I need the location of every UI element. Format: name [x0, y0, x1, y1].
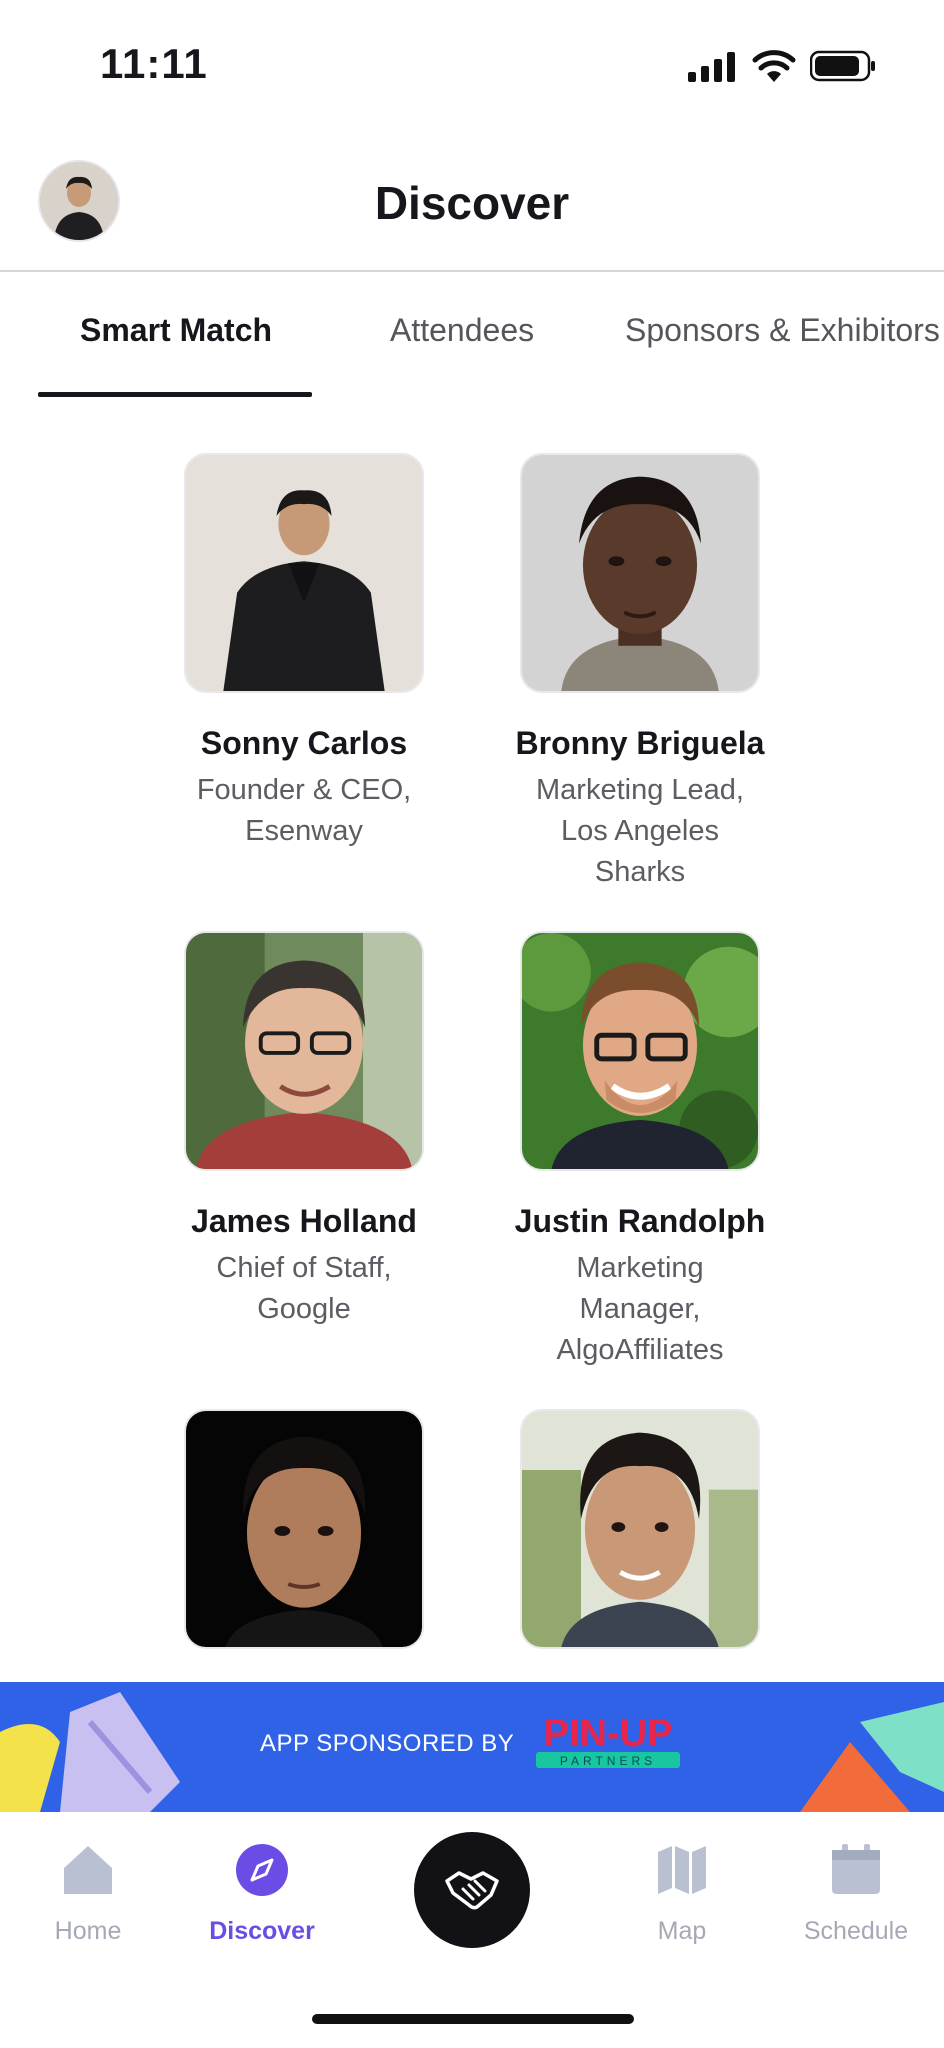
home-icon	[64, 1846, 112, 1894]
nav-discover[interactable]: Discover	[192, 1842, 332, 1946]
pin-up-partners-logo: PIN-UP PARTNERS	[536, 1713, 680, 1768]
person-title: Marketing Manager, AlgoAffiliates	[556, 1252, 724, 1366]
status-bar: 11:11	[0, 0, 944, 134]
person-card[interactable]: Sonny Carlos Founder & CEO, Esenway	[154, 453, 454, 852]
person-name: James Holland	[191, 1203, 417, 1239]
nav-home-label: Home	[54, 1917, 122, 1945]
home-indicator	[312, 2014, 634, 2024]
map-icon	[658, 1846, 706, 1894]
person-title: Marketing Lead, Los Angeles Sharks	[536, 774, 744, 888]
person-card[interactable]	[154, 1409, 454, 1680]
bottom-nav: Home Discover Map Schedule	[0, 1812, 944, 2048]
handshake-button[interactable]	[414, 1832, 530, 1948]
person-title: Chief of Staff, Google	[216, 1252, 392, 1325]
nav-map-label: Map	[657, 1917, 707, 1945]
nav-discover-label: Discover	[209, 1917, 315, 1945]
header: Discover	[0, 134, 944, 272]
nav-map[interactable]: Map	[612, 1842, 752, 1946]
battery-icon	[810, 50, 875, 82]
person-card[interactable]	[490, 1409, 790, 1680]
person-card[interactable]: James Holland Chief of Staff, Google	[154, 931, 454, 1330]
person-photo	[184, 1409, 424, 1649]
person-name: Justin Randolph	[514, 1203, 766, 1239]
sponsor-label: APP SPONSORED BY	[260, 1730, 515, 1757]
calendar-icon	[832, 1844, 880, 1894]
person-card[interactable]: Bronny Briguela Marketing Lead, Los Ange…	[490, 453, 790, 893]
person-name: Bronny Briguela	[515, 725, 765, 761]
person-photo	[520, 931, 760, 1171]
tab-smart-match[interactable]: Smart Match	[80, 312, 272, 349]
nav-schedule[interactable]: Schedule	[786, 1842, 926, 1946]
person-photo	[520, 453, 760, 693]
person-title: Founder & CEO, Esenway	[196, 774, 412, 847]
page-title: Discover	[374, 177, 570, 229]
tab-attendees[interactable]: Attendees	[390, 312, 534, 349]
nav-home[interactable]: Home	[18, 1842, 158, 1946]
cellular-signal-icon	[688, 52, 736, 82]
people-grid: Sonny Carlos Founder & CEO, Esenway Bron…	[0, 450, 944, 1680]
svg-text:PIN-UP: PIN-UP	[544, 1713, 673, 1755]
nav-schedule-label: Schedule	[803, 1917, 909, 1945]
person-photo	[520, 1409, 760, 1649]
person-name: Sonny Carlos	[200, 725, 408, 761]
sponsor-banner[interactable]: APP SPONSORED BY PIN-UP PARTNERS	[0, 1682, 944, 1812]
status-time: 11:11	[100, 40, 208, 87]
tab-bar: Smart Match Attendees Sponsors & Exhibit…	[0, 272, 944, 400]
wifi-icon	[752, 50, 796, 82]
svg-text:PARTNERS: PARTNERS	[560, 1754, 656, 1768]
person-card[interactable]: Justin Randolph Marketing Manager, AlgoA…	[490, 931, 790, 1371]
active-tab-indicator	[38, 392, 312, 397]
handshake-icon	[445, 1871, 499, 1910]
tab-sponsors-exhibitors[interactable]: Sponsors & Exhibitors	[625, 312, 940, 349]
person-photo	[184, 453, 424, 693]
compass-icon	[236, 1844, 288, 1896]
person-photo	[184, 931, 424, 1171]
